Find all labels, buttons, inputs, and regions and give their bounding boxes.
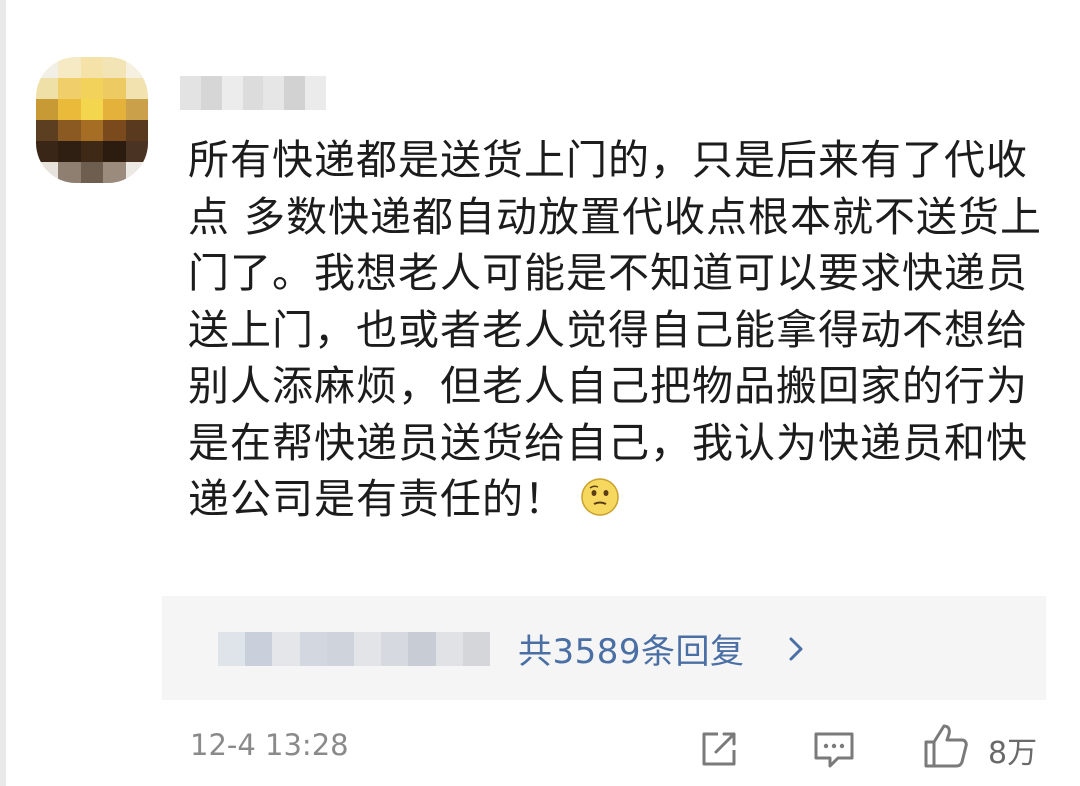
left-edge	[0, 0, 6, 786]
thumbs-up-icon[interactable]	[922, 722, 970, 770]
avatar[interactable]	[36, 57, 148, 183]
comment-icon[interactable]	[812, 730, 856, 770]
view-replies-link[interactable]: 共3589条回复	[518, 624, 745, 673]
replies-preview[interactable]: 共3589条回复	[162, 596, 1046, 700]
like-count: 8万	[988, 736, 1038, 771]
timestamp: 12-4 13:28	[190, 728, 349, 762]
comment-text: 所有快递都是送货上门的，只是后来有了代收点 多数快递都自动放置代收点根本就不送货…	[188, 136, 1043, 523]
thinking-face-icon	[581, 478, 619, 516]
reply-author	[218, 632, 491, 666]
cropped-header-text: ··· ···	[950, 0, 1044, 19]
share-icon[interactable]	[698, 728, 740, 770]
username[interactable]	[180, 76, 327, 110]
comment-body: 所有快递都是送货上门的，只是后来有了代收点 多数快递都自动放置代收点根本就不送货…	[188, 132, 1048, 528]
chevron-right-icon	[789, 637, 803, 661]
